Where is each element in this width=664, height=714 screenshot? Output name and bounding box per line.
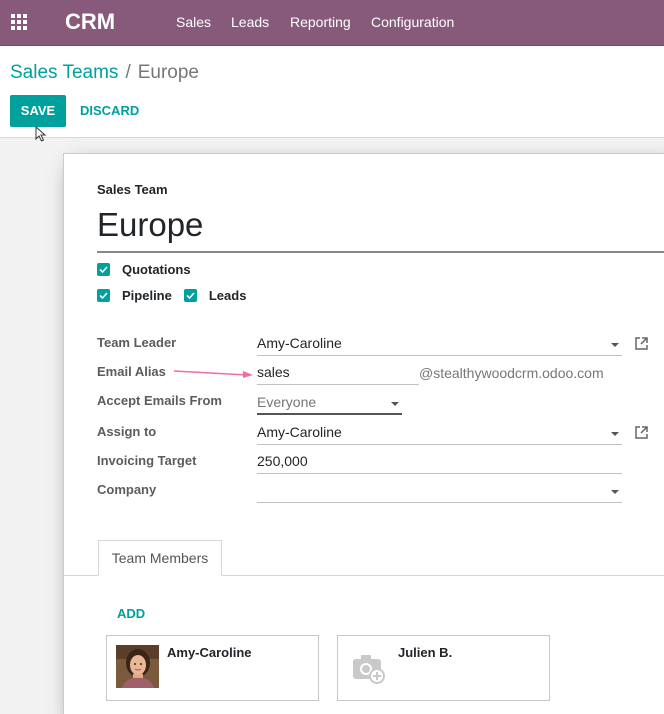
accept-emails-value: Everyone — [257, 394, 317, 410]
assign-to-value: Amy-Caroline — [257, 424, 342, 440]
team-leader-label: Team Leader — [97, 335, 177, 350]
apps-menu-icon[interactable] — [11, 14, 29, 32]
menu-reporting[interactable]: Reporting — [290, 14, 351, 30]
pipeline-checkbox[interactable] — [97, 288, 110, 302]
quotations-label: Quotations — [122, 261, 191, 277]
sales-team-label: Sales Team — [97, 182, 168, 197]
breadcrumb-separator: / — [125, 62, 131, 83]
accept-emails-label: Accept Emails From — [97, 393, 222, 408]
discard-button[interactable]: DISCARD — [80, 103, 139, 118]
company-input[interactable] — [257, 479, 622, 503]
checkbox-row-2: Pipeline Leads — [97, 286, 258, 304]
email-alias-label: Email Alias — [97, 364, 166, 379]
top-navbar: CRM Sales Leads Reporting Configuration — [0, 0, 664, 46]
add-member-button[interactable]: ADD — [117, 606, 145, 621]
member-card[interactable]: Julien B. — [337, 635, 550, 701]
pipeline-label: Pipeline — [122, 287, 172, 303]
leads-label: Leads — [208, 287, 247, 303]
mouse-cursor-icon — [35, 126, 47, 142]
assign-to-label: Assign to — [97, 424, 157, 439]
team-leader-value: Amy-Caroline — [257, 335, 342, 351]
assign-to-input[interactable]: Amy-Caroline — [257, 421, 622, 445]
save-button[interactable]: SAVE — [10, 95, 66, 127]
chevron-down-icon[interactable] — [611, 432, 619, 436]
team-leader-input[interactable]: Amy-Caroline — [257, 332, 622, 356]
menu-sales[interactable]: Sales — [176, 14, 211, 30]
external-link-icon[interactable] — [634, 336, 649, 351]
checkbox-row-1: Quotations — [97, 260, 203, 278]
app-title[interactable]: CRM — [65, 9, 115, 35]
breadcrumb-current: Europe — [137, 62, 199, 83]
chevron-down-icon[interactable] — [611, 343, 619, 347]
external-link-icon[interactable] — [634, 425, 649, 440]
email-alias-input[interactable]: sales — [257, 361, 419, 385]
email-alias-domain: @stealthywoodcrm.odoo.com — [419, 365, 604, 381]
breadcrumb: Sales Teams / Europe — [10, 62, 199, 84]
member-card[interactable]: Amy-Caroline — [106, 635, 319, 701]
quotations-checkbox[interactable] — [97, 262, 110, 276]
accept-emails-select[interactable]: Everyone — [257, 391, 402, 415]
invoicing-target-label: Invoicing Target — [97, 453, 197, 468]
breadcrumb-sales-teams[interactable]: Sales Teams — [10, 62, 118, 83]
invoicing-target-input[interactable]: 250,000 — [257, 450, 622, 474]
camera-placeholder-icon — [347, 645, 390, 688]
team-name-input[interactable]: Europe — [97, 203, 664, 253]
annotation-arrow-icon — [173, 370, 253, 378]
member-name: Amy-Caroline — [167, 645, 252, 660]
menu-configuration[interactable]: Configuration — [371, 14, 454, 30]
leads-checkbox[interactable] — [183, 288, 197, 302]
member-name: Julien B. — [398, 645, 453, 660]
company-label: Company — [97, 482, 157, 497]
avatar — [116, 645, 159, 688]
control-panel: Sales Teams / Europe SAVE DISCARD — [0, 46, 664, 138]
form-sheet: Sales Team Europe Quotations Pipeline Le… — [63, 153, 664, 714]
menu-leads[interactable]: Leads — [231, 14, 269, 30]
chevron-down-icon[interactable] — [611, 490, 619, 494]
tab-team-members[interactable]: Team Members — [98, 540, 222, 576]
chevron-down-icon[interactable] — [391, 402, 399, 406]
